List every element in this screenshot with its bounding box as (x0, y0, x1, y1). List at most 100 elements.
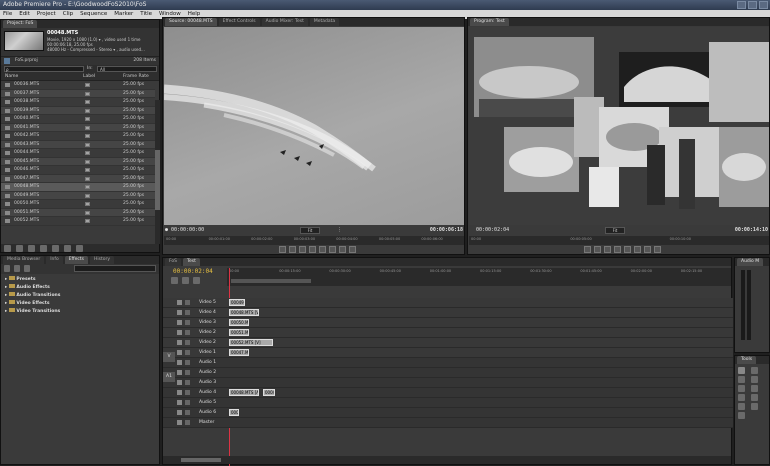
timeline-clip[interactable]: 00047.MT (229, 349, 249, 356)
zoom-tool-icon[interactable] (738, 412, 745, 419)
tab-metadata[interactable]: Metadata (309, 18, 340, 26)
speaker-icon[interactable] (177, 420, 182, 425)
lock-icon[interactable] (185, 420, 190, 425)
yuv-effects-icon[interactable] (24, 265, 31, 272)
lock-icon[interactable] (185, 310, 190, 315)
eye-icon[interactable] (177, 300, 182, 305)
automate-icon[interactable] (28, 245, 35, 252)
project-row[interactable]: 00040.MTS 25.00 fps (1, 115, 155, 124)
tab-effects[interactable]: Effects (64, 256, 89, 264)
new-bin-icon[interactable] (52, 245, 59, 252)
timeline-clip[interactable]: 00048.MTS [V] (229, 309, 259, 316)
eye-icon[interactable] (177, 340, 182, 345)
mark-out-icon[interactable] (593, 245, 601, 253)
project-scrollbar[interactable] (155, 100, 160, 244)
play-icon[interactable] (308, 245, 316, 253)
folder-video-transitions[interactable]: ▸ Video Transitions (1, 308, 159, 316)
project-row[interactable]: 00048.MTS 25.00 fps (1, 183, 155, 192)
project-row[interactable]: 00038.MTS 25.00 fps (1, 98, 155, 107)
lock-icon[interactable] (185, 320, 190, 325)
ripple-edit-tool-icon[interactable] (738, 376, 745, 383)
lock-icon[interactable] (185, 360, 190, 365)
mark-in-icon[interactable] (278, 245, 286, 253)
timeline-clip[interactable]: 00049.MTS (229, 299, 245, 306)
pen-tool-icon[interactable] (738, 403, 745, 410)
folder-video-effects[interactable]: ▸ Video Effects (1, 300, 159, 308)
project-row[interactable]: 00052.MTS 25.00 fps (1, 217, 155, 226)
close-button[interactable] (759, 1, 768, 9)
program-fit-dropdown[interactable]: Fit (605, 227, 625, 234)
menu-file[interactable]: File (3, 10, 12, 19)
mark-out-icon[interactable] (288, 245, 296, 253)
step-forward-icon[interactable] (623, 245, 631, 253)
tab-source[interactable]: Source: 00048.MTS (165, 18, 217, 26)
rate-stretch-tool-icon[interactable] (738, 385, 745, 392)
timeline-ruler[interactable]: 00:00 00:00:15:00 00:00:30:00 00:00:45:00 00… (227, 268, 731, 286)
menu-clip[interactable]: Clip (63, 10, 73, 19)
play-icon[interactable] (613, 245, 621, 253)
slip-tool-icon[interactable] (738, 394, 745, 401)
project-row[interactable]: 00037.MTS 25.00 fps (1, 89, 155, 98)
tab-audio-mixer[interactable]: Audio Mixer: Test (261, 18, 308, 26)
tab-effect-controls[interactable]: Effect Controls (218, 18, 260, 26)
32bit-effects-icon[interactable] (14, 265, 21, 272)
tab-project[interactable]: Project: FoS (3, 20, 38, 28)
project-row[interactable]: 00047.MTS 25.00 fps (1, 174, 155, 183)
timeline-clip[interactable]: 00052.MTS [V] (229, 339, 273, 346)
col-label[interactable]: Label (83, 73, 95, 81)
speaker-icon[interactable] (177, 410, 182, 415)
lock-icon[interactable] (185, 400, 190, 405)
timeline-clip[interactable]: 00049 (229, 409, 239, 416)
export-frame-icon[interactable] (348, 245, 356, 253)
menu-edit[interactable]: Edit (19, 10, 30, 19)
in-dropdown[interactable]: All (97, 66, 157, 72)
export-frame-icon[interactable] (653, 245, 661, 253)
track-select-tool-icon[interactable] (751, 367, 758, 374)
audio-target-label[interactable]: A1 (163, 372, 175, 382)
find-icon[interactable] (40, 245, 47, 252)
project-row[interactable]: 00045.MTS 25.00 fps (1, 157, 155, 166)
tab-fos[interactable]: FoS (165, 258, 182, 266)
tab-media-browser[interactable]: Media Browser (3, 256, 45, 264)
lock-icon[interactable] (185, 340, 190, 345)
menu-marker[interactable]: Marker (114, 10, 133, 19)
project-row[interactable]: 00050.MTS 25.00 fps (1, 200, 155, 209)
minimize-button[interactable] (737, 1, 746, 9)
razor-tool-icon[interactable] (751, 385, 758, 392)
speaker-icon[interactable] (177, 400, 182, 405)
col-frame-rate[interactable]: Frame Rate (123, 73, 149, 81)
tab-program[interactable]: Program: Test (470, 18, 509, 26)
tab-info[interactable]: Info (46, 256, 63, 264)
eye-icon[interactable] (177, 350, 182, 355)
list-view-icon[interactable] (4, 245, 11, 252)
eye-icon[interactable] (177, 330, 182, 335)
folder-audio-effects[interactable]: ▸ Audio Effects (1, 284, 159, 292)
step-back-icon[interactable] (603, 245, 611, 253)
project-row[interactable]: 00041.MTS 25.00 fps (1, 123, 155, 132)
lock-icon[interactable] (185, 300, 190, 305)
project-row[interactable]: 00046.MTS 25.00 fps (1, 166, 155, 175)
effects-search-input[interactable] (74, 265, 156, 272)
tab-audio-meter[interactable]: Audio M (737, 258, 764, 266)
new-item-icon[interactable] (64, 245, 71, 252)
menu-project[interactable]: Project (37, 10, 56, 19)
maximize-button[interactable] (748, 1, 757, 9)
link-icon[interactable] (193, 277, 200, 284)
folder-audio-transitions[interactable]: ▸ Audio Transitions (1, 292, 159, 300)
lock-icon[interactable] (185, 370, 190, 375)
project-row[interactable]: 00051.MTS 25.00 fps (1, 208, 155, 217)
project-search-input[interactable]: ρ (4, 66, 84, 72)
project-row[interactable]: 00042.MTS 25.00 fps (1, 132, 155, 141)
timeline-clip[interactable]: 00048.MTS [A] (229, 389, 259, 396)
delete-icon[interactable] (76, 245, 83, 252)
menu-title[interactable]: Title (140, 10, 152, 19)
eye-icon[interactable] (177, 310, 182, 315)
step-back-icon[interactable] (298, 245, 306, 253)
lock-icon[interactable] (185, 380, 190, 385)
insert-icon[interactable] (328, 245, 336, 253)
icon-view-icon[interactable] (16, 245, 23, 252)
timeline-clip[interactable]: 00049 (263, 389, 275, 396)
zoom-slider[interactable] (181, 458, 221, 462)
speaker-icon[interactable] (177, 370, 182, 375)
project-row[interactable]: 00049.MTS 25.00 fps (1, 191, 155, 200)
